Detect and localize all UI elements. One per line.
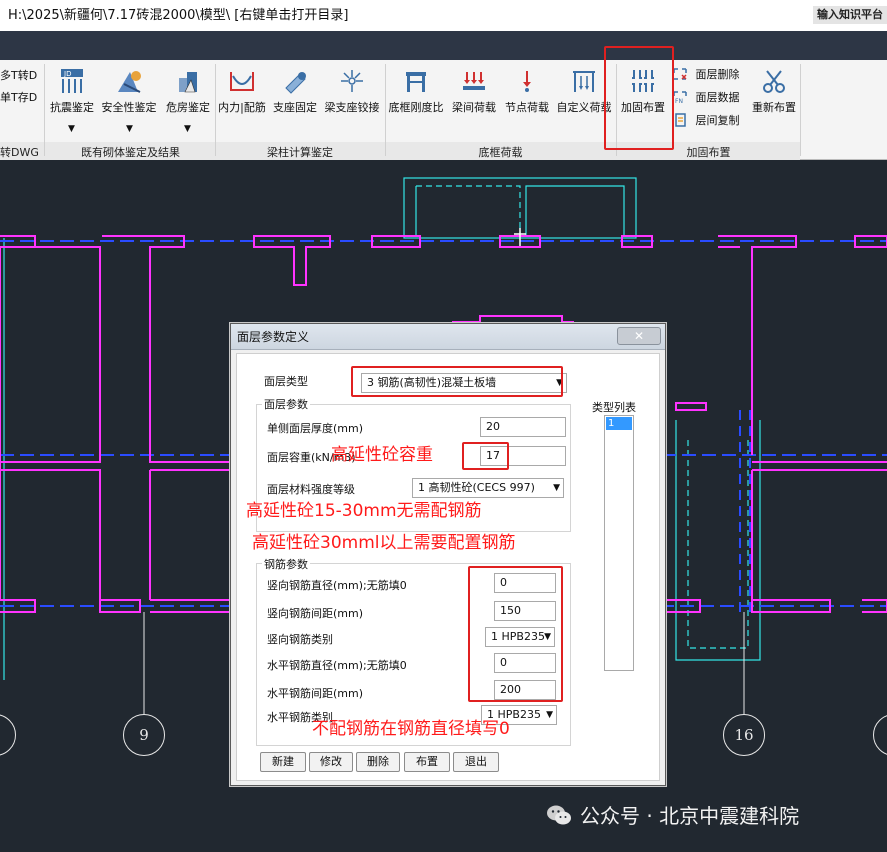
- beam-load-button[interactable]: 梁间荷载: [447, 66, 501, 115]
- group-label-beam-column: 梁柱计算鉴定: [267, 146, 333, 159]
- modify-button[interactable]: 修改: [309, 752, 353, 772]
- support-fix-button[interactable]: 支座固定: [270, 66, 320, 115]
- highlight-reinforce-layout: [604, 46, 674, 150]
- seismic-appraisal-button[interactable]: JD 抗震鉴定: [47, 66, 97, 115]
- place-button[interactable]: 布置: [404, 752, 450, 772]
- type-list-item[interactable]: 1: [606, 417, 632, 430]
- type-list-label: 类型列表: [592, 401, 636, 414]
- dialog-title-bar[interactable]: 面层参数定义 ✕: [231, 324, 665, 350]
- v-spacing-label: 竖向钢筋间距(mm): [267, 607, 364, 620]
- layer-type-label: 面层类型: [264, 375, 308, 388]
- tab-bar: [0, 31, 887, 60]
- window-title: H:\2025\新疆何\7.17砖混2000\模型\ [右键单击打开目录]: [8, 8, 349, 23]
- danger-house-label: 危房鉴定: [166, 101, 210, 114]
- ribbon-toolbar: 多T转D 单T存D 转DWG JD 抗震鉴定 ▼ 安全性鉴定 ▼ 危房鉴定 ▼ …: [0, 60, 887, 160]
- layer-params-legend: 面层参数: [262, 396, 310, 412]
- frame-stiffness-button[interactable]: 底框刚度比: [386, 66, 446, 115]
- layer-delete-button[interactable]: 面层删除: [672, 66, 740, 82]
- frame-stiffness-label: 底框刚度比: [388, 101, 444, 114]
- note-30-up-annotation: 高延性砼30mml以上需要配置钢筋: [252, 533, 516, 553]
- group-label-dwg: 转DWG: [0, 146, 39, 159]
- beam-load-label: 梁间荷载: [452, 101, 496, 114]
- safety-appraisal-label: 安全性鉴定: [101, 101, 157, 114]
- strength-label: 面层材料强度等级: [267, 483, 355, 496]
- thickness-label: 单侧面层厚度(mm): [267, 422, 364, 435]
- layer-data-icon: FN: [673, 91, 687, 105]
- exit-button[interactable]: 退出: [453, 752, 499, 772]
- safety-dropdown-icon[interactable]: ▼: [126, 124, 133, 134]
- relayout-label: 重新布置: [752, 101, 796, 114]
- strength-select[interactable]: 1 高韧性砼(CECS 997) ▼: [412, 478, 564, 498]
- group-separator: [800, 64, 801, 156]
- support-fix-label: 支座固定: [273, 101, 317, 114]
- seismic-dropdown-icon[interactable]: ▼: [68, 124, 75, 134]
- v-type-label: 竖向钢筋类别: [267, 633, 333, 646]
- danger-house-icon: [179, 72, 197, 93]
- dialog-body: 面层类型 3 钢筋(高韧性)混凝土板墙 ▼ 面层参数 单侧面层厚度(mm) 20…: [236, 353, 660, 781]
- support-hinge-label: 梁支座铰接: [324, 101, 380, 114]
- internal-force-icon: [230, 72, 254, 91]
- seismic-appraisal-label: 抗震鉴定: [50, 101, 94, 114]
- internal-force-label: 内力|配筋: [218, 101, 266, 114]
- layer-delete-icon: [673, 68, 687, 80]
- danger-dropdown-icon[interactable]: ▼: [184, 124, 191, 134]
- dialog-title: 面层参数定义: [237, 330, 310, 344]
- h-dia-label: 水平钢筋直径(mm);无筋填0: [267, 659, 407, 672]
- rebar-params-legend: 钢筋参数: [262, 556, 310, 572]
- safety-icon: [118, 71, 141, 93]
- v-dia-label: 竖向钢筋直径(mm);无筋填0: [267, 579, 407, 592]
- density-annotation: 高延性砼容重: [331, 445, 433, 465]
- axis-marker-16: 16: [723, 714, 765, 756]
- highlight-layer-type: [351, 366, 563, 397]
- internal-force-button[interactable]: 内力|配筋: [216, 66, 268, 115]
- relayout-button[interactable]: 重新布置: [748, 66, 800, 115]
- frame-stiffness-icon: [406, 72, 426, 92]
- highlight-density: [462, 442, 509, 470]
- node-load-icon: [523, 71, 531, 92]
- new-button[interactable]: 新建: [260, 752, 306, 772]
- close-icon[interactable]: ✕: [617, 327, 661, 345]
- h-spacing-label: 水平钢筋间距(mm): [267, 687, 364, 700]
- svg-text:JD: JD: [63, 70, 71, 78]
- highlight-rebar-fields: [468, 566, 563, 702]
- delete-button[interactable]: 删除: [356, 752, 400, 772]
- chevron-down-icon: ▼: [553, 483, 560, 493]
- layer-data-button[interactable]: FN 面层数据: [672, 89, 740, 105]
- seismic-icon: JD: [61, 69, 83, 93]
- node-load-label: 节点荷载: [505, 101, 549, 114]
- wechat-icon: [547, 805, 571, 825]
- safety-appraisal-button[interactable]: 安全性鉴定: [98, 66, 160, 115]
- custom-load-icon: [573, 71, 595, 92]
- support-hinge-icon: [341, 70, 363, 92]
- layer-copy-button[interactable]: 层间复制: [672, 112, 740, 128]
- scissors-icon: [763, 70, 785, 93]
- window-title-bar: H:\2025\新疆何\7.17砖混2000\模型\ [右键单击打开目录] 输入…: [0, 0, 887, 31]
- thickness-field[interactable]: 20: [480, 417, 566, 437]
- beam-load-icon: [463, 72, 485, 90]
- svg-text:FN: FN: [675, 98, 683, 104]
- group-label-base-frame: 底框荷载: [478, 146, 523, 159]
- single-t-save-dwg-button[interactable]: 单T存D: [0, 89, 37, 105]
- node-load-button[interactable]: 节点荷载: [501, 66, 553, 115]
- layer-copy-label: 层间复制: [695, 114, 740, 127]
- search-box[interactable]: 输入知识平台: [813, 6, 887, 24]
- strength-value: 1 高韧性砼(CECS 997): [418, 481, 535, 494]
- group-separator: [44, 64, 45, 156]
- watermark: 公众号 · 北京中震建科院: [546, 800, 799, 829]
- note-15-30-annotation: 高延性砼15-30mm无需配钢筋: [246, 501, 482, 521]
- zero-rebar-annotation: 不配钢筋在钢筋直径填写0: [312, 719, 510, 739]
- group-label-masonry: 既有砌体鉴定及结果: [81, 146, 180, 159]
- danger-house-button[interactable]: 危房鉴定: [162, 66, 214, 115]
- support-hinge-button[interactable]: 梁支座铰接: [320, 66, 384, 115]
- type-list[interactable]: 1: [604, 415, 634, 671]
- layer-data-label: 面层数据: [695, 91, 740, 104]
- chevron-down-icon: ▼: [546, 710, 553, 720]
- watermark-text: 公众号 · 北京中震建科院: [580, 804, 800, 828]
- multi-t-to-dwg-button[interactable]: 多T转D: [0, 67, 37, 83]
- layer-delete-label: 面层删除: [695, 68, 740, 81]
- layer-copy-icon: [675, 113, 686, 127]
- support-fix-icon: [285, 72, 306, 94]
- axis-marker-9: 9: [123, 714, 165, 756]
